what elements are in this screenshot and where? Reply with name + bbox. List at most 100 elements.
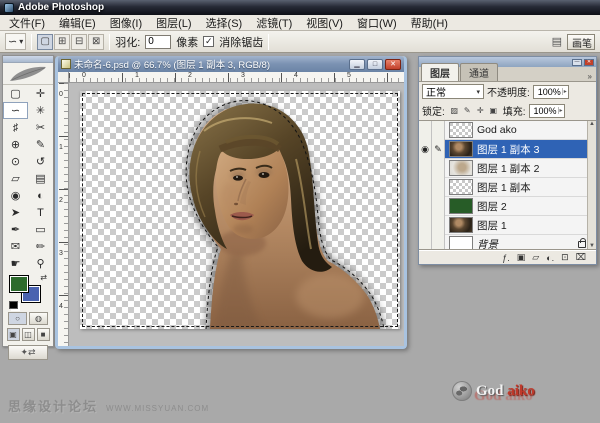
- clone-stamp-tool[interactable]: ⊙: [3, 153, 28, 170]
- history-brush-tool[interactable]: ↺: [28, 153, 53, 170]
- standard-screen-button[interactable]: ▣: [7, 328, 20, 341]
- brushes-palette-button[interactable]: 画笔: [567, 34, 595, 50]
- link-brush-cell[interactable]: [432, 121, 445, 140]
- subtract-from-selection[interactable]: ⊟: [71, 34, 87, 50]
- antialias-checkbox[interactable]: ✓: [203, 36, 214, 47]
- eye-visibility-cell[interactable]: [419, 216, 432, 235]
- tab-layers[interactable]: 图层: [421, 63, 459, 81]
- close-button[interactable]: ✕: [385, 59, 401, 70]
- palette-menu-icon[interactable]: »: [588, 72, 596, 81]
- menu-item[interactable]: 视图(V): [299, 14, 350, 32]
- adjustment-layer-button[interactable]: ◐.: [546, 253, 554, 263]
- link-brush-cell[interactable]: ✎: [432, 140, 445, 159]
- bridge-icon[interactable]: ▤: [552, 35, 562, 48]
- new-layer-button[interactable]: ⊡: [561, 252, 569, 263]
- crop-tool[interactable]: ♯: [3, 119, 28, 136]
- magic-wand-tool[interactable]: ✳: [28, 102, 53, 119]
- rectangular-marquee-tool[interactable]: ▢: [3, 85, 28, 102]
- eye-visibility-cell[interactable]: [419, 121, 432, 140]
- maximize-button[interactable]: □: [367, 59, 383, 70]
- 图层 2[interactable]: 图层 2: [419, 197, 596, 216]
- standard-mode-button[interactable]: ○: [8, 312, 27, 325]
- spinner-icon[interactable]: ▸: [562, 88, 567, 95]
- menu-item[interactable]: 选择(S): [199, 14, 250, 32]
- fullscreen-menubar-button[interactable]: ◫: [22, 328, 35, 341]
- spinner-icon[interactable]: ▸: [558, 107, 563, 114]
- type-tool[interactable]: T: [28, 204, 53, 221]
- layer-mask-button[interactable]: ▣: [517, 252, 526, 263]
- fullscreen-button[interactable]: ■: [37, 328, 50, 341]
- tab-channels[interactable]: 通道: [460, 63, 498, 81]
- lasso-tool[interactable]: ∽: [3, 102, 28, 119]
- lock-image-icon[interactable]: ✎: [461, 105, 474, 117]
- lock-all-icon[interactable]: ▣: [487, 105, 500, 117]
- delete-layer-button[interactable]: ⌧: [576, 252, 586, 263]
- eraser-tool[interactable]: ▱: [3, 170, 28, 187]
- eye-visibility-cell[interactable]: [419, 235, 432, 251]
- quick-mask-mode-button[interactable]: ◍: [29, 312, 48, 325]
- hand-tool[interactable]: ☛: [3, 255, 28, 272]
- menu-item[interactable]: 滤镜(T): [249, 14, 299, 32]
- lock-position-icon[interactable]: ✛: [474, 105, 487, 117]
- intersect-selection[interactable]: ⊠: [88, 34, 104, 50]
- link-brush-cell[interactable]: [432, 159, 445, 178]
- dodge-tool[interactable]: ◐: [28, 187, 53, 204]
- 图层 1 副本 2[interactable]: 图层 1 副本 2: [419, 159, 596, 178]
- menu-item[interactable]: 编辑(E): [52, 14, 103, 32]
- minimize-button[interactable]: ▁: [349, 59, 365, 70]
- new-selection[interactable]: ▢: [37, 34, 53, 50]
- menu-item[interactable]: 帮助(H): [404, 14, 455, 32]
- eyedropper-tool[interactable]: ✏: [28, 238, 53, 255]
- menu-item[interactable]: 图像(I): [103, 14, 149, 32]
- 背景[interactable]: 背景: [419, 235, 596, 250]
- default-colors-icon[interactable]: [9, 301, 18, 309]
- notes-tool[interactable]: ✉: [3, 238, 28, 255]
- eye-visibility-cell[interactable]: ◉: [419, 140, 432, 159]
- foreground-color-swatch[interactable]: [9, 275, 29, 293]
- healing-brush-tool[interactable]: ⊕: [3, 136, 28, 153]
- imageready-button[interactable]: ✦⇄: [8, 345, 48, 360]
- link-brush-cell[interactable]: [432, 197, 445, 216]
- new-group-button[interactable]: ▱: [532, 252, 539, 263]
- document-titlebar[interactable]: 未命名-6.psd @ 66.7% (图层 1 副本 3, RGB/8) ▁ □…: [58, 56, 404, 72]
- menu-item[interactable]: 图层(L): [149, 14, 198, 32]
- shape-tool[interactable]: ▭: [28, 221, 53, 238]
- menu-item[interactable]: 文件(F): [2, 14, 52, 32]
- layers-scrollbar[interactable]: ▲ ▼: [587, 121, 596, 249]
- palette-minimize-button[interactable]: —: [572, 59, 582, 66]
- zoom-tool[interactable]: ⚲: [28, 255, 53, 272]
- link-brush-cell[interactable]: [432, 235, 445, 251]
- pen-tool[interactable]: ✒: [3, 221, 28, 238]
- scroll-up-icon[interactable]: ▲: [589, 121, 595, 127]
- canvas[interactable]: [80, 91, 400, 329]
- 图层 1 副本[interactable]: 图层 1 副本: [419, 178, 596, 197]
- add-to-selection[interactable]: ⊞: [54, 34, 70, 50]
- slice-tool[interactable]: ✂: [28, 119, 53, 136]
- fill-input[interactable]: 100% ▸: [529, 104, 565, 118]
- scroll-down-icon[interactable]: ▼: [589, 243, 595, 249]
- path-selection-tool[interactable]: ➤: [3, 204, 28, 221]
- toolbox-grip[interactable]: [3, 56, 53, 63]
- 图层 1 副本 3[interactable]: ◉ ✎ 图层 1 副本 3: [419, 140, 596, 159]
- eye-visibility-cell[interactable]: [419, 197, 432, 216]
- feather-input[interactable]: [145, 35, 171, 49]
- blur-tool[interactable]: ◉: [3, 187, 28, 204]
- layer-style-button[interactable]: ƒ.: [502, 253, 510, 263]
- move-tool[interactable]: ✛: [28, 85, 53, 102]
- lock-transparency-icon[interactable]: ▨: [448, 105, 461, 117]
- tool-preset-picker[interactable]: ∽ ▾: [5, 33, 26, 50]
- blend-mode-select[interactable]: 正常 ▾: [422, 84, 484, 99]
- God ako[interactable]: God ako: [419, 121, 596, 140]
- portrait-image: [80, 91, 400, 329]
- brush-tool[interactable]: ✎: [28, 136, 53, 153]
- link-brush-cell[interactable]: [432, 216, 445, 235]
- opacity-input[interactable]: 100% ▸: [533, 85, 569, 99]
- eye-visibility-cell[interactable]: [419, 178, 432, 197]
- menu-item[interactable]: 窗口(W): [350, 14, 404, 32]
- gradient-tool[interactable]: ▤: [28, 170, 53, 187]
- eye-visibility-cell[interactable]: [419, 159, 432, 178]
- 图层 1[interactable]: 图层 1: [419, 216, 596, 235]
- swap-colors-icon[interactable]: ⇄: [40, 273, 47, 282]
- link-brush-cell[interactable]: [432, 178, 445, 197]
- palette-close-button[interactable]: ✕: [584, 59, 594, 66]
